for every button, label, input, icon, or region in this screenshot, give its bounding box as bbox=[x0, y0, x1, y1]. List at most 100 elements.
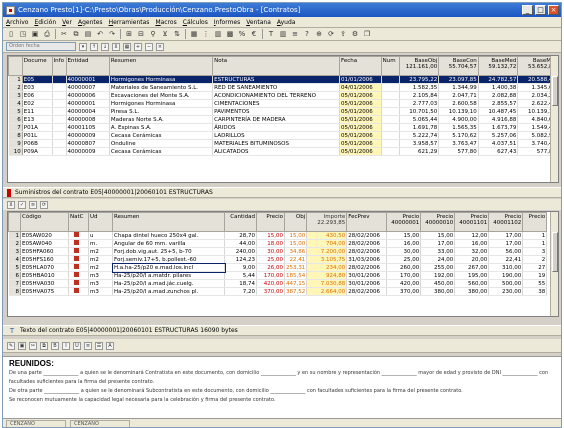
settings-icon[interactable]: ⚙ bbox=[350, 29, 360, 39]
column-header[interactable]: Entidad bbox=[65, 56, 110, 76]
column-header[interactable]: Precio 40000010 bbox=[420, 212, 456, 232]
list-icon[interactable]: ≡ bbox=[290, 29, 300, 39]
expand-icon[interactable]: + bbox=[134, 42, 142, 51]
chart-icon[interactable]: ▥ bbox=[213, 29, 223, 39]
paste-icon[interactable]: ▤ bbox=[83, 29, 93, 39]
column-header[interactable]: Info bbox=[51, 56, 67, 76]
table-row[interactable]: 8 P01L 40000009 Cecasa Cerámicas LADRILLOS 05… bbox=[8, 131, 558, 140]
copy-icon[interactable]: ⧉ bbox=[71, 29, 81, 39]
copy-icon[interactable]: ⧉ bbox=[40, 341, 48, 350]
column-header[interactable]: Cantidad bbox=[224, 212, 257, 232]
contracts-scrollbar[interactable] bbox=[550, 56, 558, 182]
bold-icon[interactable]: B bbox=[51, 341, 59, 350]
sort-desc-icon[interactable]: ↓ bbox=[101, 42, 109, 51]
refresh-icon[interactable]: ⟳ bbox=[326, 29, 336, 39]
text-icon[interactable]: T bbox=[266, 29, 276, 39]
sort-asc-icon[interactable]: ↑ bbox=[90, 42, 98, 51]
tree-icon[interactable]: ⋮ bbox=[201, 29, 211, 39]
column-header[interactable]: Resumen bbox=[112, 212, 225, 232]
column-header[interactable]: Num bbox=[380, 56, 400, 76]
column-header[interactable]: Nota bbox=[212, 56, 341, 76]
close-button[interactable]: × bbox=[548, 5, 559, 15]
menu-item[interactable]: Macros bbox=[155, 19, 176, 26]
calculator-icon[interactable]: ▩ bbox=[225, 29, 235, 39]
help-icon[interactable]: ? bbox=[302, 29, 312, 39]
contract-text-pane[interactable]: REUNIDOS: De una parte ______________ a … bbox=[3, 356, 561, 418]
table-icon[interactable]: ▦ bbox=[189, 29, 199, 39]
find-icon[interactable]: ⚲ bbox=[148, 29, 158, 39]
menu-item[interactable]: Edición bbox=[34, 19, 56, 26]
menu-item[interactable]: Ventana bbox=[246, 19, 271, 26]
column-header[interactable] bbox=[8, 212, 21, 232]
collapse-icon[interactable]: − bbox=[145, 42, 153, 51]
table-row[interactable]: 5 E05HLA070 m2 H.a.ha-25/p20 e.mad.los.incl… bbox=[8, 262, 548, 273]
column-header[interactable]: Docume bbox=[21, 56, 53, 76]
table-row[interactable]: 10 P09A 40000009 Cecasa Cerámicas ALICATADOS… bbox=[8, 147, 558, 156]
column-header[interactable] bbox=[8, 56, 23, 76]
column-header[interactable]: BaseMed 59.132,72 bbox=[477, 56, 519, 76]
print-icon[interactable]: ⎙ bbox=[42, 29, 52, 39]
table-row[interactable]: 4 E05HFS160 m2 Forj.semiv.17+5, b.pollest.-… bbox=[8, 255, 548, 264]
menu-item[interactable]: Archivo bbox=[6, 19, 28, 26]
table-row[interactable]: 1 E05AW020 u Chapa dintel hueco 250x4 gal. 2… bbox=[8, 231, 548, 240]
column-header[interactable]: Precio 40001101 bbox=[454, 212, 490, 232]
scroll-thumb[interactable] bbox=[552, 76, 558, 106]
italic-icon[interactable]: I bbox=[62, 341, 70, 350]
column-header[interactable]: FecPrev bbox=[346, 212, 388, 232]
undo-icon[interactable]: ↶ bbox=[95, 29, 105, 39]
sort-icon[interactable]: ⇅ bbox=[172, 29, 182, 39]
column-header[interactable]: Precio bbox=[256, 212, 285, 232]
column-header[interactable]: NatC bbox=[68, 212, 89, 232]
check-icon[interactable]: ✓ bbox=[18, 200, 26, 209]
menu-item[interactable]: Ver bbox=[62, 19, 72, 26]
column-header[interactable]: BaseCon 55.704,57 bbox=[438, 56, 479, 76]
table-row[interactable]: 5 E11 40000004 Piresa S.L. PAVIMENTOS 05/01/2… bbox=[8, 107, 558, 116]
table-row[interactable]: 9 P06B 40000807 Onduline MATERIALES BITUMINO… bbox=[8, 139, 558, 148]
align-center-icon[interactable]: ☰ bbox=[95, 341, 103, 350]
table-row[interactable]: 1 E05 40000001 Hormigones Horminasa ESTRUCTU… bbox=[8, 75, 558, 84]
column-header[interactable]: Precio bbox=[522, 212, 548, 232]
save-icon[interactable]: ▣ bbox=[18, 341, 26, 350]
column-header[interactable]: Obj bbox=[283, 212, 308, 232]
maximize-button[interactable]: □ bbox=[535, 5, 546, 15]
column-header[interactable]: Importe 22.293,85 bbox=[306, 212, 348, 232]
table-row[interactable]: 7 P01A 40001105 A. Espinas S.A. ÁRIDOS 05/01/… bbox=[8, 123, 558, 132]
dropdown-icon[interactable]: ▾ bbox=[79, 42, 87, 51]
clear-filter-icon[interactable]: × bbox=[156, 42, 164, 51]
table-row[interactable]: 6 E13 40000008 Maderas Norte S.A. CARPINTERÍ… bbox=[8, 115, 558, 124]
table-row[interactable]: 8 E05HVA075 m3 Ha-25/p20/I a.mad.zunchos pl… bbox=[8, 287, 548, 296]
column-header[interactable]: Resumen bbox=[108, 56, 214, 76]
percent-icon[interactable]: % bbox=[237, 29, 247, 39]
column-header[interactable]: BaseObj 121.161,00 bbox=[398, 56, 440, 76]
save-icon[interactable]: ▣ bbox=[30, 29, 40, 39]
order-combo[interactable]: Orden fecha bbox=[6, 42, 76, 51]
table-row[interactable]: 3 E06 40000006 Excavaciones del Monte S.A. A… bbox=[8, 91, 558, 100]
export-icon[interactable]: ⇪ bbox=[338, 29, 348, 39]
minimize-button[interactable]: _ bbox=[522, 5, 533, 15]
table-row[interactable]: 2 E03 40000007 Materiales de Saneamiento S.… bbox=[8, 83, 558, 92]
column-header[interactable]: Fecha bbox=[339, 56, 382, 76]
redo-icon[interactable]: ↷ bbox=[107, 29, 117, 39]
zoom-icon[interactable]: ⊕ bbox=[314, 29, 324, 39]
table-row[interactable]: 7 E05HVA030 m3 Ha-25/p20/I a.mad.jác.cuelg.… bbox=[8, 279, 548, 288]
table-row[interactable]: 6 E05HBA010 m3 Ha-25/p20/I a.matdr. pilares… bbox=[8, 271, 548, 280]
menu-item[interactable]: Ayuda bbox=[277, 19, 296, 26]
window-icon[interactable]: ❐ bbox=[362, 29, 372, 39]
underline-icon[interactable]: U bbox=[73, 341, 81, 350]
menu-item[interactable]: Informes bbox=[214, 19, 240, 26]
euro-icon[interactable]: € bbox=[249, 29, 259, 39]
table-row[interactable]: 2 E05AW040 m. Angular de 60 mm. varilla 44,0… bbox=[8, 239, 548, 248]
menu-item[interactable]: Herramientas bbox=[109, 19, 150, 26]
align-left-icon[interactable]: ≡ bbox=[84, 341, 92, 350]
cut-icon[interactable]: ✂ bbox=[29, 341, 37, 350]
delete-row-icon[interactable]: ⊟ bbox=[136, 29, 146, 39]
filter-icon[interactable]: ⊻ bbox=[7, 200, 15, 209]
filter-grid-icon[interactable]: ⊻ bbox=[112, 42, 120, 51]
list-icon[interactable]: ≡ bbox=[29, 200, 37, 209]
filter-icon[interactable]: ⊻ bbox=[160, 29, 170, 39]
insert-row-icon[interactable]: ⊞ bbox=[124, 29, 134, 39]
edit-icon[interactable]: ✎ bbox=[7, 341, 15, 350]
menu-item[interactable]: Agentes bbox=[78, 19, 103, 26]
font-color-icon[interactable]: A bbox=[106, 341, 114, 350]
table-row[interactable]: 4 E02 40000001 Hormigones Horminasa CIMENTAC… bbox=[8, 99, 558, 108]
